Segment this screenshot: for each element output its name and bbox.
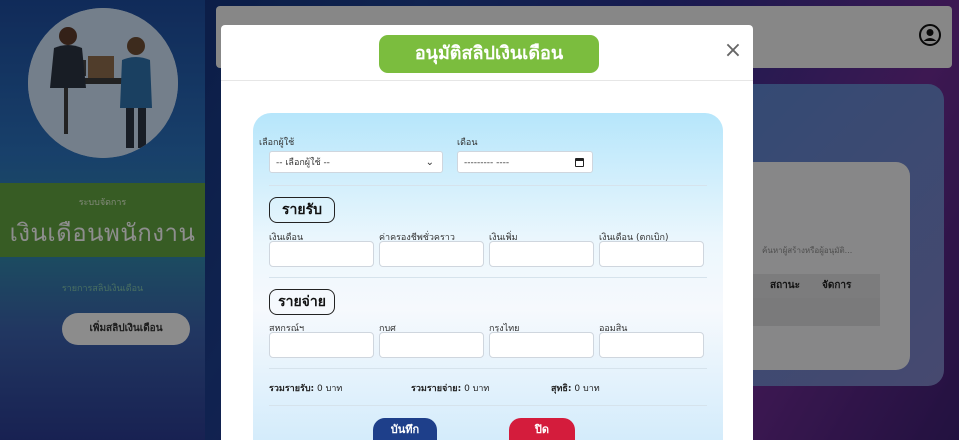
slip-form: เลือกผู้ใช้ -- เลือกผู้ใช้ -- ⌄ เดือน --… <box>253 113 723 440</box>
divider <box>269 277 707 278</box>
expense-heading: รายจ่าย <box>269 289 335 315</box>
income-cost-of-living-input[interactable] <box>379 241 484 267</box>
modal-title: อนุมัติสลิปเงินเดือน <box>379 35 599 73</box>
expense-krungthai-input[interactable] <box>489 332 594 358</box>
total-income-label: รวมรายรับ: <box>269 384 315 394</box>
income-extra-input[interactable] <box>489 241 594 267</box>
save-button[interactable]: บันทึก <box>373 418 437 440</box>
net-total-label: สุทธิ: <box>551 384 572 394</box>
approve-slip-modal: อนุมัติสลิปเงินเดือน × เลือกผู้ใช้ -- เล… <box>221 25 753 440</box>
total-expense: รวมรายจ่าย: 0 บาท <box>411 381 489 395</box>
income-heading: รายรับ <box>269 197 335 223</box>
calendar-icon <box>575 158 584 167</box>
user-label: เลือกผู้ใช้ <box>259 138 295 148</box>
total-expense-value: 0 บาท <box>464 384 490 394</box>
modal-header: อนุมัติสลิปเงินเดือน × <box>221 25 753 81</box>
total-income: รวมรายรับ: 0 บาท <box>269 381 342 395</box>
close-button[interactable]: ปิด <box>509 418 575 440</box>
divider <box>269 185 707 186</box>
net-total-value: 0 บาท <box>574 384 600 394</box>
total-income-value: 0 บาท <box>317 384 343 394</box>
divider <box>269 405 707 406</box>
income-salary-input[interactable] <box>269 241 374 267</box>
month-input[interactable]: --------- ---- <box>457 151 593 173</box>
income-back-pay-input[interactable] <box>599 241 704 267</box>
expense-coop-input[interactable] <box>269 332 374 358</box>
expense-gpf-input[interactable] <box>379 332 484 358</box>
month-value: --------- ---- <box>464 158 510 168</box>
user-select[interactable]: -- เลือกผู้ใช้ -- ⌄ <box>269 151 443 173</box>
close-icon[interactable]: × <box>721 39 745 63</box>
divider <box>269 368 707 369</box>
expense-gsb-input[interactable] <box>599 332 704 358</box>
chevron-down-icon: ⌄ <box>425 157 434 168</box>
net-total: สุทธิ: 0 บาท <box>551 381 600 395</box>
user-select-value: -- เลือกผู้ใช้ -- <box>276 158 330 168</box>
total-expense-label: รวมรายจ่าย: <box>411 384 462 394</box>
month-label: เดือน <box>457 138 478 148</box>
